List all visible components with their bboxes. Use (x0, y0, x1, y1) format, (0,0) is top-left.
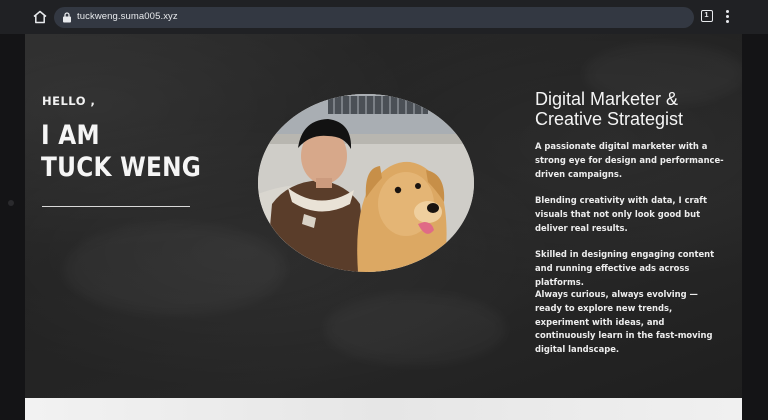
address-bar[interactable]: tuckweng.suma005.xyz (54, 7, 694, 28)
role-line-2: Creative Strategist (535, 109, 684, 129)
tab-switcher-button[interactable]: 1 (701, 10, 713, 22)
device-frame: tuckweng.suma005.xyz 1 HELLO , I AM TUCK… (0, 0, 768, 420)
tablet-bezel-right (742, 34, 768, 420)
name-line-2: TUCK WENG (41, 152, 202, 183)
skills-paragraph: Skilled in designing engaging content an… (535, 249, 715, 287)
camera-dot (8, 200, 14, 206)
hero-name: I AM TUCK WENG (41, 120, 201, 184)
intro-paragraph: A passionate digital marketer with a str… (535, 141, 724, 179)
divider (42, 206, 190, 207)
role-line-1: Digital Marketer & (535, 89, 679, 109)
lock-icon[interactable] (62, 12, 72, 23)
url-text[interactable]: tuckweng.suma005.xyz (77, 11, 178, 22)
creativity-paragraph: Blending creativity with data, I craft v… (535, 195, 707, 233)
tab-count: 1 (704, 10, 709, 19)
hero-section: HELLO , I AM TUCK WENG Digital Marketer … (25, 34, 742, 398)
profile-photo (258, 94, 474, 272)
browser-toolbar: tuckweng.suma005.xyz 1 (0, 0, 768, 34)
next-section-edge (25, 398, 742, 420)
role-title: Digital Marketer & Creative Strategist (535, 89, 683, 129)
tablet-bezel-left (0, 34, 25, 420)
more-menu-icon[interactable] (724, 10, 730, 24)
greeting: HELLO , (42, 94, 96, 108)
home-icon[interactable] (32, 9, 48, 25)
name-line-1: I AM (41, 120, 100, 151)
curiosity-paragraph: Always curious, always evolving — ready … (535, 289, 713, 355)
